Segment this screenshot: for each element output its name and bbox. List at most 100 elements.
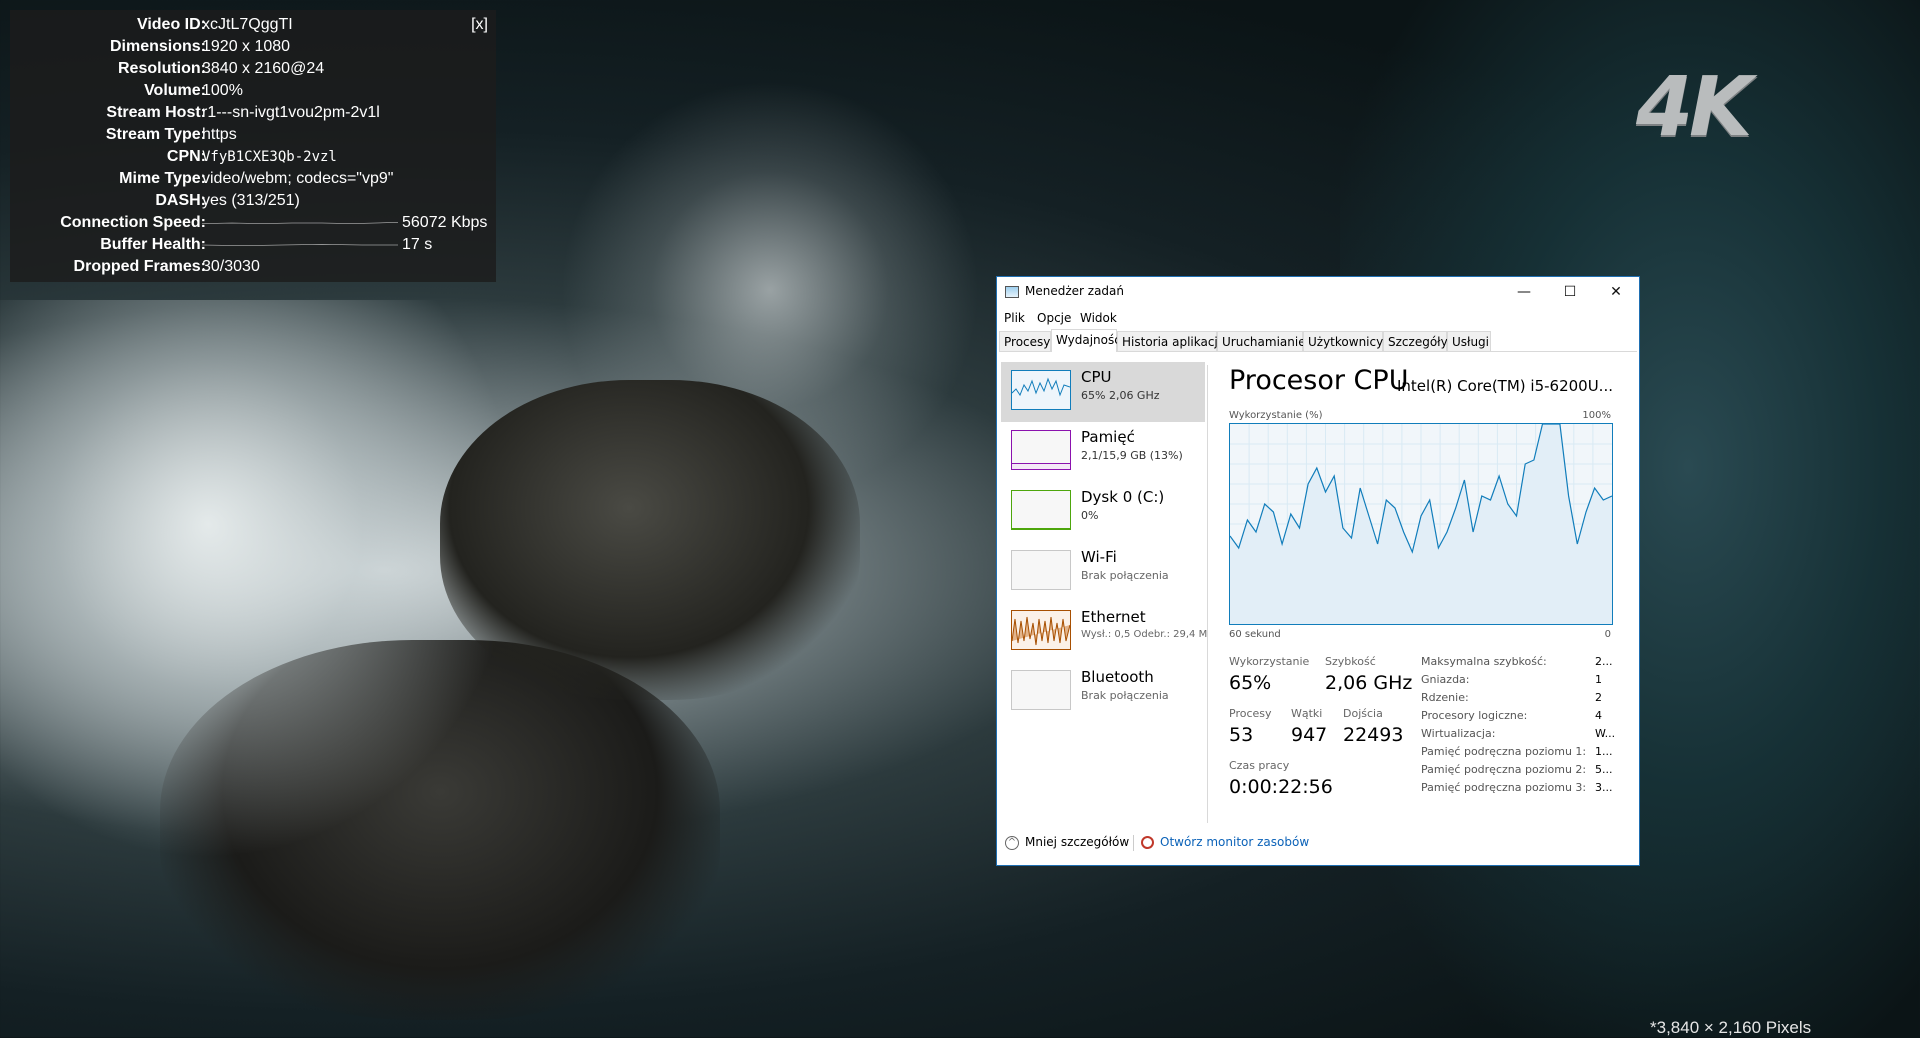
stats-key: Resolution: xyxy=(118,60,206,77)
spec-value: 3... xyxy=(1595,781,1613,794)
resource-monitor-icon xyxy=(1141,836,1154,849)
menu-view[interactable]: Widok xyxy=(1080,311,1117,325)
title-bar[interactable]: Menedżer zadań — ☐ ✕ xyxy=(997,277,1639,307)
tab-app-history[interactable]: Historia aplikacji xyxy=(1117,331,1221,351)
close-button[interactable]: ✕ xyxy=(1593,277,1639,307)
stats-row-connection-speed: Connection Speed: 56072 Kbps xyxy=(10,212,496,234)
stat-value: 947 xyxy=(1291,724,1328,746)
tab-details[interactable]: Szczegóły xyxy=(1383,331,1448,351)
buffer-health-sparkline xyxy=(202,244,398,246)
resource-sub: 65% 2,06 GHz xyxy=(1081,389,1160,402)
spec-value: 5... xyxy=(1595,763,1613,776)
spec-row: Rdzenie: 2 xyxy=(1421,691,1615,709)
stats-row-dash: DASH: yes (313/251) xyxy=(10,190,496,212)
pixels-note: *3,840 × 2,160 Pixels xyxy=(1650,1018,1812,1037)
tab-services[interactable]: Usługi xyxy=(1447,331,1491,351)
stat-label: Szybkość xyxy=(1325,655,1376,668)
spec-label: Gniazda: xyxy=(1421,673,1470,686)
stats-key: Dimensions: xyxy=(109,38,206,55)
resource-name: Wi-Fi xyxy=(1081,548,1117,566)
resource-name: Ethernet xyxy=(1081,608,1146,626)
menu-file[interactable]: Plik xyxy=(1004,311,1025,325)
resource-cpu[interactable]: CPU 65% 2,06 GHz xyxy=(1001,362,1205,422)
menu-bar: Plik Opcje Widok xyxy=(997,307,1639,329)
tab-users[interactable]: Użytkownicy xyxy=(1303,331,1383,351)
minimize-button[interactable]: — xyxy=(1501,277,1547,307)
tab-processes[interactable]: Procesy xyxy=(999,331,1051,351)
stats-row-buffer-health: Buffer Health: 17 s xyxy=(10,234,496,256)
spec-value: 2 xyxy=(1595,691,1602,704)
stats-key: Connection Speed: xyxy=(60,214,206,231)
stats-value: video/webm; codecs="vp9" xyxy=(202,170,394,187)
resource-list: CPU 65% 2,06 GHz Pamięć 2,1/15,9 GB (13%… xyxy=(1001,362,1207,822)
stats-row-volume: Volume: 100% xyxy=(10,80,496,102)
stats-key: Mime Type: xyxy=(119,170,206,187)
cpu-model: Intel(R) Core(TM) i5-6200U... xyxy=(1397,377,1613,395)
maximize-button[interactable]: ☐ xyxy=(1547,277,1593,307)
open-resource-monitor-link[interactable]: Otwórz monitor zasobów xyxy=(1141,835,1309,849)
resource-name: Dysk 0 (C:) xyxy=(1081,488,1165,506)
spec-label: Pamięć podręczna poziomu 3: xyxy=(1421,781,1587,794)
stat-label: Dojścia xyxy=(1343,707,1383,720)
background-rock xyxy=(160,640,720,1020)
wifi-thumbnail xyxy=(1011,550,1071,590)
spec-row: Wirtualizacja: W... xyxy=(1421,727,1615,745)
menu-options[interactable]: Opcje xyxy=(1037,311,1071,325)
stats-key: Video ID: xyxy=(136,16,206,33)
stats-for-nerds-panel: [x] Video ID: xcJtL7QggTI Dimensions: 19… xyxy=(10,10,496,282)
tab-startup[interactable]: Uruchamianie xyxy=(1217,331,1306,351)
stat-speed: Szybkość 2,06 GHz xyxy=(1325,655,1412,694)
stats-row-mime-type: Mime Type: video/webm; codecs="vp9" xyxy=(10,168,496,190)
resource-wifi[interactable]: Wi-Fi Brak połączenia xyxy=(1001,542,1205,602)
resource-name: CPU xyxy=(1081,368,1112,386)
resource-monitor-label: Otwórz monitor zasobów xyxy=(1160,835,1310,849)
spec-label: Pamięć podręczna poziomu 1: xyxy=(1421,745,1587,758)
bluetooth-thumbnail xyxy=(1011,670,1071,710)
resource-ethernet[interactable]: Ethernet Wysł.: 0,5 Odebr.: 29,4 M xyxy=(1001,602,1207,662)
graph-label-utilization: Wykorzystanie (%) xyxy=(1229,410,1323,421)
cpu-usage-graph xyxy=(1229,423,1613,625)
background-waterfall-foam xyxy=(0,300,520,860)
stat-value: 53 xyxy=(1229,724,1254,746)
stats-row-dropped-frames: Dropped Frames: 30/3030 xyxy=(10,256,496,278)
spec-label: Rdzenie: xyxy=(1421,691,1469,704)
stats-key: Stream Host: xyxy=(106,104,206,121)
connection-speed-sparkline xyxy=(202,222,398,224)
tab-bar: Procesy Wydajność Historia aplikacji Uru… xyxy=(999,329,1637,352)
resource-memory[interactable]: Pamięć 2,1/15,9 GB (13%) xyxy=(1001,422,1205,482)
stats-value: r1---sn-ivgt1vou2pm-2v1l xyxy=(202,104,380,121)
disk-mini-line xyxy=(1012,528,1070,529)
stat-label: Procesy xyxy=(1229,707,1272,720)
stat-handles: Dojścia 22493 xyxy=(1343,707,1403,746)
stats-row-stream-host: Stream Host: r1---sn-ivgt1vou2pm-2v1l xyxy=(10,102,496,124)
resource-sub: Brak połączenia xyxy=(1081,689,1169,702)
spec-value: 4 xyxy=(1595,709,1602,722)
graph-time-right: 0 xyxy=(1604,629,1611,640)
resource-disk[interactable]: Dysk 0 (C:) 0% xyxy=(1001,482,1205,542)
spec-label: Pamięć podręczna poziomu 2: xyxy=(1421,763,1587,776)
graph-label-max: 100% xyxy=(1582,410,1611,421)
stat-label: Czas pracy xyxy=(1229,759,1290,772)
spec-row: Gniazda: 1 xyxy=(1421,673,1615,691)
4k-logo: 4K xyxy=(1636,60,1753,155)
tab-performance[interactable]: Wydajność xyxy=(1051,329,1121,352)
stats-row-resolution: Resolution: 3840 x 2160@24 xyxy=(10,58,496,80)
cpu-title: Procesor CPU xyxy=(1229,365,1409,396)
resource-bluetooth[interactable]: Bluetooth Brak połączenia xyxy=(1001,662,1205,722)
window-title: Menedżer zadań xyxy=(1025,284,1124,298)
graph-time-left: 60 sekund xyxy=(1229,629,1281,640)
resource-name: Pamięć xyxy=(1081,428,1135,446)
stats-row-stream-type: Stream Type: https xyxy=(10,124,496,146)
stat-value: 22493 xyxy=(1343,724,1404,746)
stats-key: Dropped Frames: xyxy=(73,258,206,275)
stats-key: Stream Type: xyxy=(105,126,206,143)
stats-value: 17 s xyxy=(402,236,433,253)
spec-label: Wirtualizacja: xyxy=(1421,727,1496,740)
cpu-thumbnail xyxy=(1011,370,1071,410)
memory-thumbnail xyxy=(1011,430,1071,470)
spec-row: Pamięć podręczna poziomu 1: 1... xyxy=(1421,745,1615,763)
stat-uptime: Czas pracy 0:00:22:56 xyxy=(1229,759,1333,798)
fewer-details-button[interactable]: ^ Mniej szczegółów xyxy=(1005,835,1129,850)
stats-value: yes (313/251) xyxy=(202,192,300,209)
spec-value: W... xyxy=(1595,727,1616,740)
